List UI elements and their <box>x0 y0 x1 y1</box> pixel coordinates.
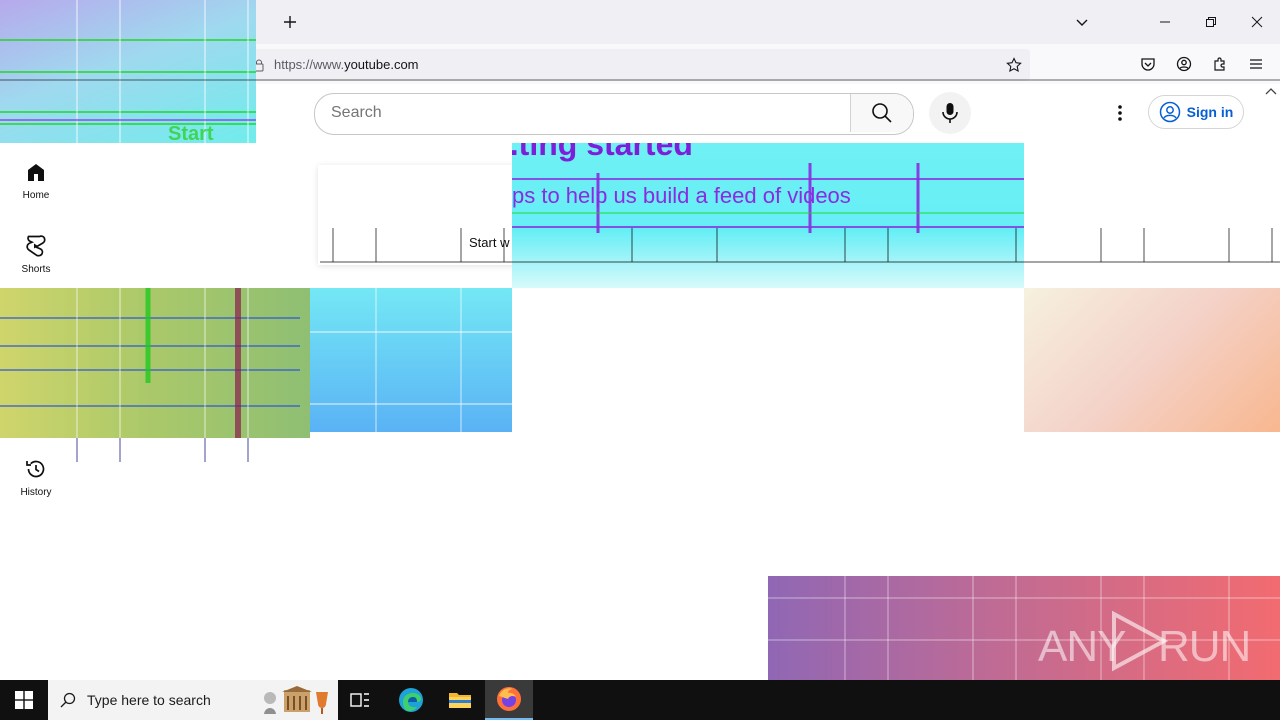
task-view-icon <box>350 693 369 707</box>
firefox-button[interactable] <box>485 680 533 720</box>
file-explorer-icon <box>449 693 471 708</box>
anyrun-watermark: ANY RUN <box>1036 608 1251 672</box>
taskbar-search-placeholder: Type here to search <box>87 692 211 708</box>
search-icon <box>60 692 76 708</box>
file-explorer-button[interactable] <box>436 680 484 720</box>
task-view-button[interactable] <box>336 680 384 720</box>
windows-logo-icon <box>15 691 33 709</box>
edge-icon <box>399 688 423 712</box>
watermark-text-right: RUN <box>1158 622 1251 671</box>
search-highlight-icon <box>264 686 328 714</box>
firefox-icon <box>497 687 521 711</box>
taskbar-search-box[interactable]: Type here to search <box>48 680 338 720</box>
edge-button[interactable] <box>387 680 435 720</box>
start-button[interactable] <box>0 680 48 720</box>
windows-taskbar: Type here to search <box>0 680 1280 720</box>
